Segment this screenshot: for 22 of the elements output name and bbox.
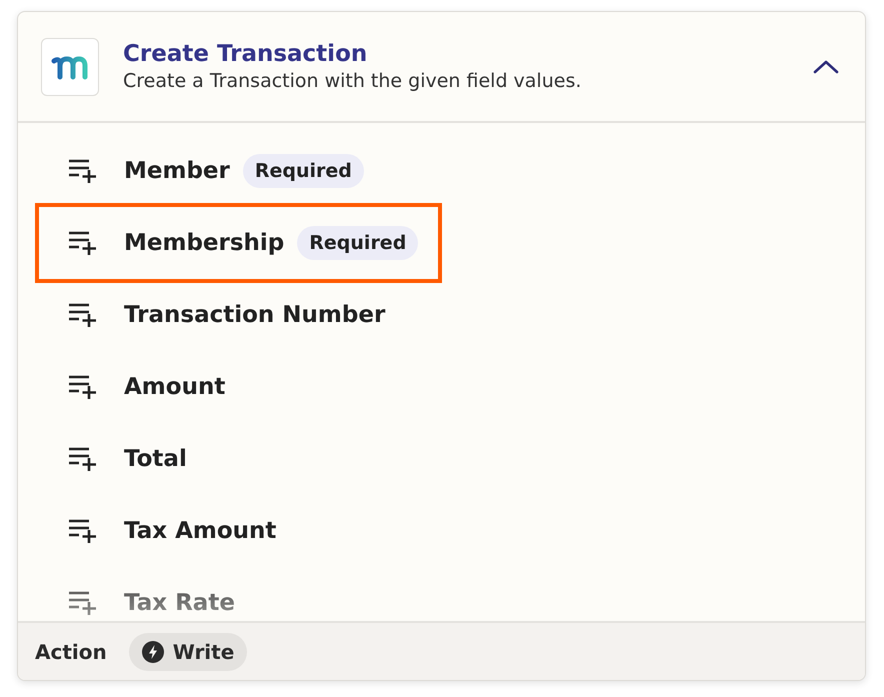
field-label[interactable]: Total [124, 446, 187, 472]
action-type-badge: Write [128, 632, 248, 670]
action-description: Create a Transaction with the given field values. [123, 70, 582, 92]
add-field-icon[interactable] [68, 302, 98, 328]
add-field-icon[interactable] [68, 518, 98, 544]
lightning-icon [142, 640, 164, 662]
add-field-icon[interactable] [68, 374, 98, 400]
add-field-icon[interactable] [68, 590, 98, 616]
field-label[interactable]: Membership [124, 230, 284, 256]
field-label[interactable]: Tax Rate [124, 590, 235, 616]
required-badge: Required [297, 226, 418, 260]
app-logo-icon [41, 38, 99, 96]
add-field-icon[interactable] [68, 230, 98, 256]
action-title: Create Transaction [123, 41, 368, 67]
footer-label: Action [35, 640, 107, 664]
field-label[interactable]: Transaction Number [124, 302, 386, 328]
required-badge: Required [242, 154, 364, 188]
field-label[interactable]: Member [124, 158, 230, 184]
field-label[interactable]: Amount [124, 374, 226, 400]
add-field-icon[interactable] [68, 446, 98, 472]
field-label[interactable]: Tax Amount [124, 518, 276, 544]
add-field-icon[interactable] [68, 158, 98, 184]
